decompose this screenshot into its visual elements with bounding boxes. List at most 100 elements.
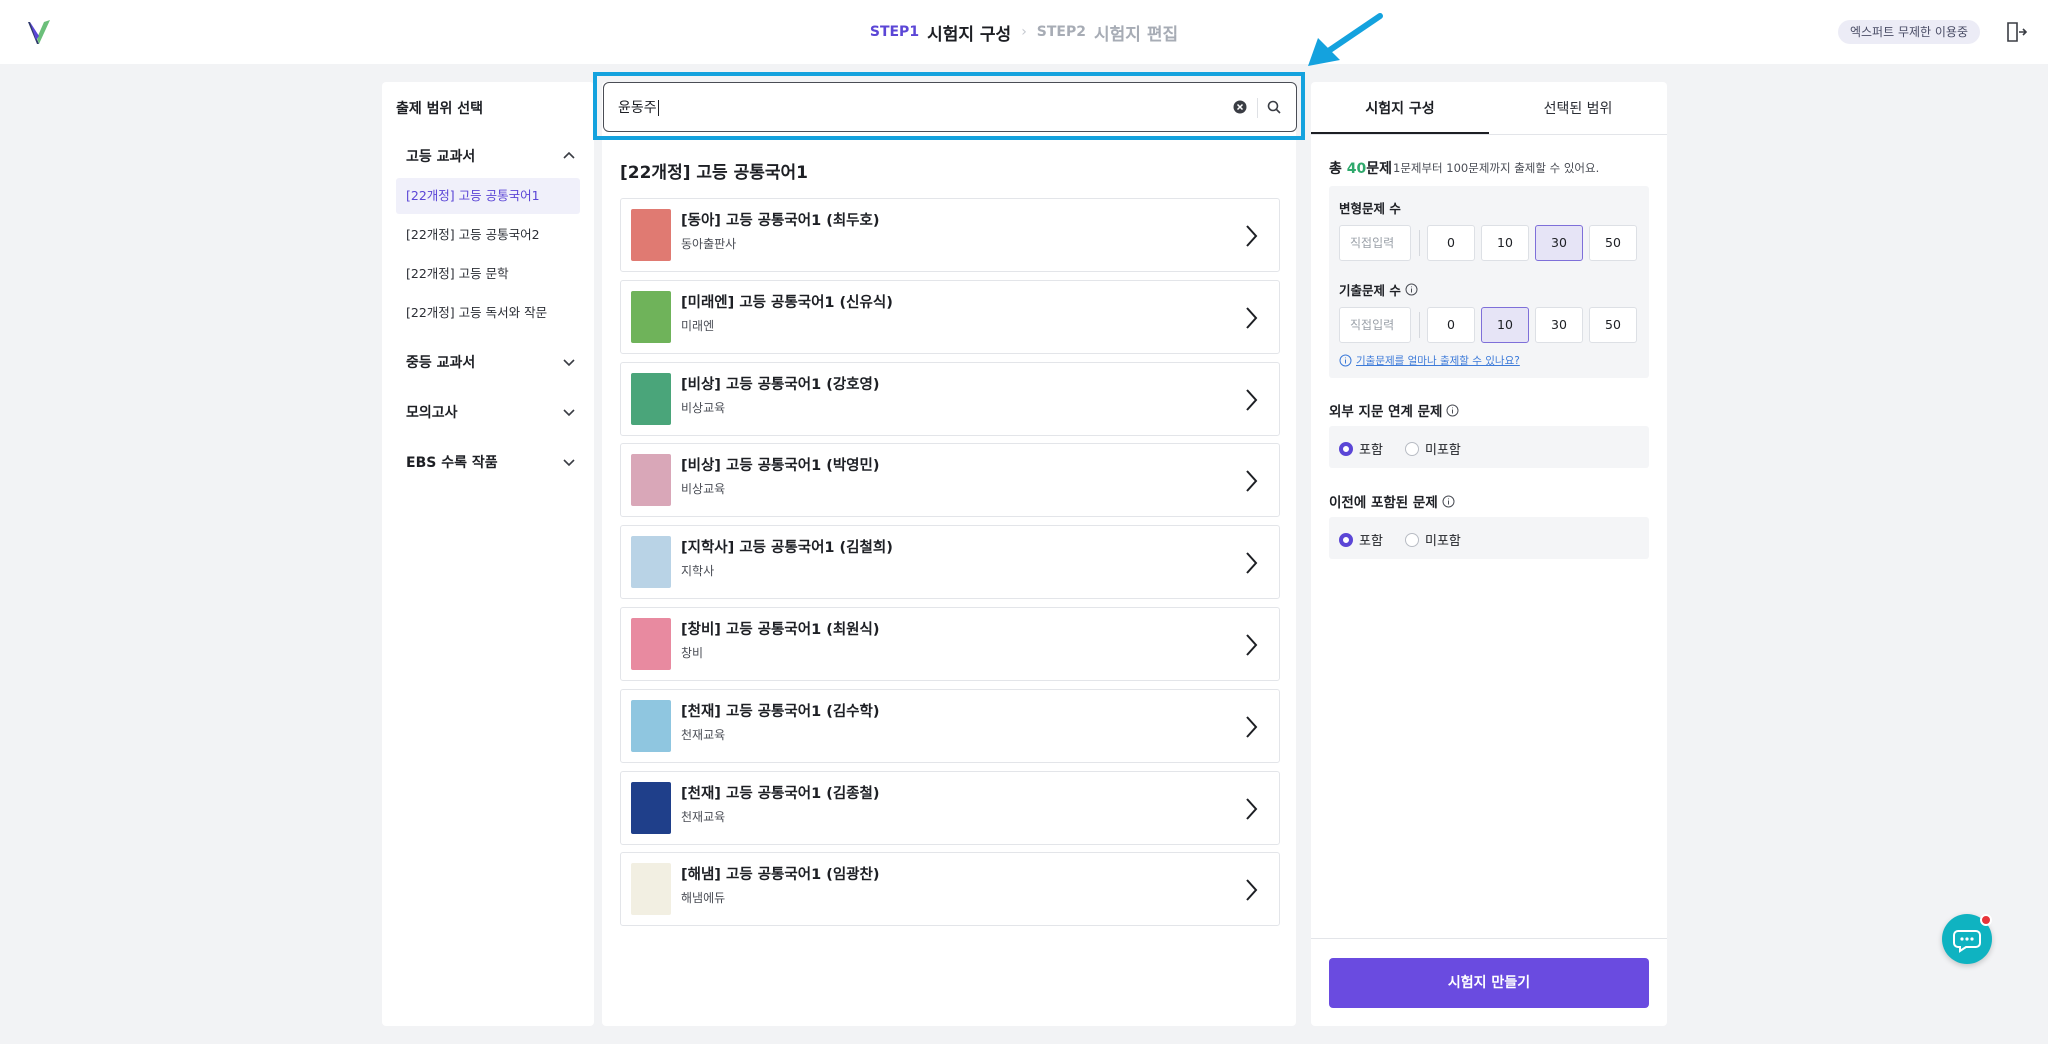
logout-icon[interactable]: [2004, 20, 2028, 44]
past-count-label: 기출문제 수: [1339, 280, 1418, 299]
book-publisher: 비상교육: [681, 401, 726, 415]
book-title: [창비] 고등 공통국어1 (최원식): [681, 622, 880, 638]
search-highlight-box: [593, 72, 1305, 140]
book-item[interactable]: [천재] 고등 공통국어1 (김수학) 천재교육: [620, 689, 1280, 763]
chevron-down-icon: [563, 409, 575, 417]
book-item[interactable]: [비상] 고등 공통국어1 (강호영) 비상교육: [620, 362, 1280, 436]
radio-off-icon: [1405, 532, 1419, 547]
book-title: [비상] 고등 공통국어1 (강호영): [681, 377, 880, 393]
chevron-right-icon: [1246, 879, 1258, 901]
past-count-help-link[interactable]: 기출문제를 얼마나 출제할 수 있나요?: [1339, 353, 1520, 368]
radio-on-icon: [1339, 532, 1353, 547]
external-exclude-radio[interactable]: 미포함: [1405, 439, 1461, 458]
tab-divider: [1311, 134, 1667, 135]
variant-option-10[interactable]: 10: [1481, 225, 1529, 261]
step-2-name: 시험지 편집: [1094, 24, 1179, 45]
radio-on-icon: [1339, 441, 1353, 456]
sidebar-section-middle-textbook[interactable]: 중등 교과서: [406, 352, 576, 372]
sidebar-item-literature[interactable]: [22개정] 고등 문학: [396, 256, 580, 292]
book-publisher: 창비: [681, 646, 704, 660]
sidebar-section-ebs[interactable]: EBS 수록 작품: [406, 452, 576, 472]
book-title: [해냄] 고등 공통국어1 (임광찬): [681, 867, 880, 883]
tab-exam-config[interactable]: 시험지 구성: [1311, 82, 1489, 134]
book-title: [동아] 고등 공통국어1 (최두호): [681, 213, 880, 229]
sidebar-item-common-korean-2[interactable]: [22개정] 고등 공통국어2: [396, 217, 580, 253]
book-publisher: 동아출판사: [681, 237, 737, 251]
book-publisher: 천재교육: [681, 728, 726, 742]
list-title: [22개정] 고등 공통국어1: [620, 163, 808, 183]
past-count-input[interactable]: 직접입력: [1339, 307, 1411, 343]
book-title: [지학사] 고등 공통국어1 (김철희): [681, 540, 893, 556]
past-option-30[interactable]: 30: [1535, 307, 1583, 343]
step-1[interactable]: STEP1 시험지 구성: [870, 20, 1011, 45]
previous-include-radio[interactable]: 포함: [1339, 530, 1383, 549]
chevron-right-icon: [1246, 470, 1258, 492]
step-separator: ›: [1021, 24, 1027, 40]
variant-option-30[interactable]: 30: [1535, 225, 1583, 261]
past-option-10[interactable]: 10: [1481, 307, 1529, 343]
external-include-radio[interactable]: 포함: [1339, 439, 1383, 458]
sidebar-item-reading-writing[interactable]: [22개정] 고등 독서와 작문: [396, 295, 580, 331]
make-exam-button[interactable]: 시험지 만들기: [1329, 958, 1649, 1008]
sidebar-item-common-korean-1[interactable]: [22개정] 고등 공통국어1: [396, 178, 580, 214]
section-label: 고등 교과서: [406, 149, 476, 165]
external-passage-label: 외부 지문 연계 문제: [1329, 400, 1459, 420]
info-icon[interactable]: [1442, 495, 1455, 508]
book-item[interactable]: [미래엔] 고등 공통국어1 (신유식) 미래엔: [620, 280, 1280, 354]
exam-config-panel: 시험지 구성 선택된 범위 총 40문제 1문제부터 100문제까지 출제할 수…: [1311, 82, 1667, 1026]
variant-option-50[interactable]: 50: [1589, 225, 1637, 261]
step-2-number: STEP2: [1036, 24, 1086, 40]
book-item[interactable]: [해냄] 고등 공통국어1 (임광찬) 해냄에듀: [620, 852, 1280, 926]
info-icon[interactable]: [1405, 283, 1418, 296]
arrow-annotation: [1308, 13, 1383, 66]
chevron-right-icon: [1246, 307, 1258, 329]
book-cover-image: [631, 454, 671, 506]
book-item[interactable]: [창비] 고등 공통국어1 (최원식) 창비: [620, 607, 1280, 681]
radio-off-icon: [1405, 441, 1419, 456]
info-icon[interactable]: [1446, 404, 1459, 417]
section-label: 중등 교과서: [406, 355, 476, 371]
book-publisher: 천재교육: [681, 810, 726, 824]
step-1-number: STEP1: [869, 24, 920, 40]
sidebar-title: 출제 범위 선택: [396, 101, 484, 117]
total-note: 1문제부터 100문제까지 출제할 수 있어요.: [1393, 161, 1600, 175]
subscription-badge: 엑스퍼트 무제한 이용중: [1837, 20, 1980, 44]
input-divider: [1419, 312, 1420, 338]
book-cover-image: [631, 291, 671, 343]
section-label: 모의고사: [406, 405, 458, 421]
variant-count-label: 변형문제 수: [1339, 201, 1401, 216]
tab-selected-scope[interactable]: 선택된 범위: [1489, 82, 1667, 134]
panel-footer-divider: [1311, 938, 1667, 939]
book-cover-image: [631, 536, 671, 588]
variant-count-input[interactable]: 직접입력: [1339, 225, 1411, 261]
previous-question-label: 이전에 포함된 문제: [1329, 491, 1455, 511]
chevron-right-icon: [1246, 798, 1258, 820]
book-publisher: 해냄에듀: [681, 891, 726, 905]
step-1-name: 시험지 구성: [927, 24, 1012, 45]
chevron-up-icon: [563, 151, 575, 159]
info-icon: [1339, 354, 1352, 367]
variant-option-0[interactable]: 0: [1427, 225, 1475, 261]
chevron-right-icon: [1246, 552, 1258, 574]
book-cover-image: [631, 700, 671, 752]
book-item[interactable]: [동아] 고등 공통국어1 (최두호) 동아출판사: [620, 198, 1280, 272]
top-bar: STEP1 시험지 구성 › STEP2 시험지 편집 엑스퍼트 무제한 이용중: [0, 0, 2048, 64]
book-title: [비상] 고등 공통국어1 (박영민): [681, 458, 880, 474]
sidebar-section-high-textbook[interactable]: 고등 교과서: [406, 146, 576, 166]
book-item[interactable]: [천재] 고등 공통국어1 (김종철) 천재교육: [620, 771, 1280, 845]
chevron-right-icon: [1246, 716, 1258, 738]
book-cover-image: [631, 373, 671, 425]
previous-exclude-radio[interactable]: 미포함: [1405, 530, 1461, 549]
book-publisher: 미래엔: [681, 319, 715, 333]
step-2[interactable]: STEP2 시험지 편집: [1037, 20, 1178, 45]
sidebar-section-mock-exam[interactable]: 모의고사: [406, 402, 576, 422]
book-item[interactable]: [지학사] 고등 공통국어1 (김철희) 지학사: [620, 525, 1280, 599]
chevron-down-icon: [563, 359, 575, 367]
total-count: 총 40문제: [1329, 161, 1393, 177]
book-title: [천재] 고등 공통국어1 (김수학): [681, 704, 880, 720]
book-item[interactable]: [비상] 고등 공통국어1 (박영민) 비상교육: [620, 443, 1280, 517]
past-option-50[interactable]: 50: [1589, 307, 1637, 343]
past-option-0[interactable]: 0: [1427, 307, 1475, 343]
book-publisher: 비상교육: [681, 482, 726, 496]
chevron-right-icon: [1246, 225, 1258, 247]
